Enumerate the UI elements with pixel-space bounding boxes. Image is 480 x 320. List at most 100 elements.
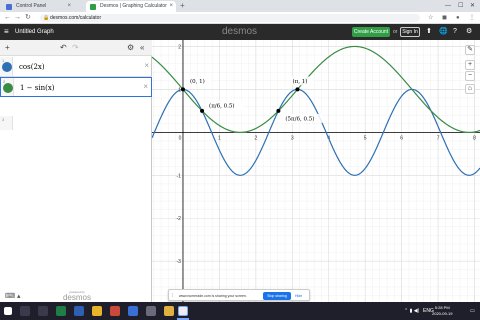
- zoom-in-button[interactable]: +: [465, 60, 475, 70]
- delete-expression-icon[interactable]: ×: [143, 81, 148, 93]
- redo-icon[interactable]: ↷: [72, 42, 79, 54]
- lock-icon: 🔒: [43, 15, 50, 21]
- hamburger-menu-icon[interactable]: ≡: [4, 27, 9, 37]
- home-icon[interactable]: ⌂: [465, 84, 475, 94]
- minimize-icon[interactable]: —: [445, 0, 451, 12]
- point-label: (5π/6, 0.5): [285, 115, 314, 122]
- x-tick-label: 2: [254, 135, 257, 141]
- expression-row[interactable]: 1 cos(2x) ×: [0, 57, 152, 77]
- keyboard-toggle-icon[interactable]: ⌨ ▴: [5, 292, 21, 300]
- reload-icon[interactable]: ↻: [25, 12, 31, 24]
- intersection-point: [180, 87, 185, 92]
- help-icon[interactable]: ?: [453, 27, 457, 37]
- back-icon[interactable]: ←: [4, 12, 11, 24]
- x-tick-label: 5: [364, 135, 367, 141]
- collapse-panel-icon[interactable]: «: [140, 42, 144, 54]
- x-tick-label: 8: [473, 135, 476, 141]
- app-icon[interactable]: [164, 306, 174, 316]
- expression-panel: + ↶ ↷ ⚙ « 1 cos(2x) × 2 1 − sin(x) × 3 ⌨: [0, 40, 152, 302]
- desmos-window: Control Panel × Desmos | Graphing Calcul…: [0, 0, 480, 320]
- taskbar: ⌃ ▮ ◀) ENG 5:28 PM 2020-09-19 ▭: [0, 302, 480, 320]
- y-tick-label: -1: [177, 173, 182, 179]
- language-icon[interactable]: 🌐: [439, 27, 448, 37]
- y-tick-label: -2: [177, 216, 182, 222]
- window-close-icon[interactable]: ✕: [470, 0, 475, 12]
- expression-formula[interactable]: 1 − sin(x): [20, 82, 55, 94]
- share-notice-text: www.numerade.com is sharing your screen.: [179, 294, 247, 298]
- or-label: or: [393, 29, 398, 35]
- expression-row[interactable]: 2 1 − sin(x) ×: [0, 77, 152, 97]
- y-tick-label: 2: [178, 44, 181, 50]
- start-icon[interactable]: [4, 307, 12, 315]
- word-icon[interactable]: [74, 306, 84, 316]
- system-tray-icons[interactable]: ⌃ ▮ ◀): [404, 302, 419, 320]
- wrench-icon[interactable]: ✎: [465, 45, 475, 55]
- graph-paper[interactable]: 0 1 2 3 4 5 6 7 8 2 1 -1 -2 -3 (0, 1) (π/6, 0.5) (5π/6, …: [151, 40, 480, 302]
- empty-expression-gutter[interactable]: 3: [0, 116, 13, 130]
- sign-in-button[interactable]: Sign In: [400, 27, 420, 37]
- settings-icon[interactable]: ⚙: [466, 27, 472, 37]
- file-explorer-icon[interactable]: [92, 306, 102, 316]
- zoom-out-button[interactable]: −: [465, 71, 475, 81]
- powerpoint-icon[interactable]: [110, 306, 120, 316]
- search-icon[interactable]: [20, 306, 30, 316]
- add-item-icon[interactable]: +: [5, 42, 10, 54]
- chrome-icon[interactable]: [178, 306, 188, 316]
- intersection-point: [295, 87, 300, 92]
- intersection-point: [200, 108, 205, 113]
- desmos-icon: [90, 4, 96, 10]
- desmos-logo: desmos: [222, 26, 258, 37]
- clock-date: 2020-09-19: [432, 311, 453, 316]
- point-label: (π/6, 0.5): [209, 102, 235, 109]
- graph-title[interactable]: Untitled Graph: [15, 27, 54, 37]
- stop-sharing-button[interactable]: Stop sharing: [263, 292, 291, 300]
- extension-icon[interactable]: ◼: [442, 12, 447, 24]
- bookmark-star-icon[interactable]: ☆: [428, 12, 433, 24]
- x-tick-label: 7: [437, 135, 440, 141]
- task-view-icon[interactable]: [38, 306, 48, 316]
- wave-color-icon[interactable]: [2, 62, 12, 72]
- powered-by-name: desmos: [62, 293, 91, 302]
- graph-canvas[interactable]: 0 1 2 3 4 5 6 7 821-1-2-3(0, 1)(π/6, 0.5)(5π/6, …: [151, 40, 480, 302]
- forward-icon[interactable]: →: [14, 12, 21, 24]
- screen-share-notice: ⁞ www.numerade.com is sharing your scree…: [168, 289, 310, 301]
- desmos-header: ≡ Untitled Graph desmos Create Account o…: [0, 24, 480, 40]
- hide-button[interactable]: Hide: [295, 290, 302, 302]
- drag-handle-icon[interactable]: ⁞: [172, 290, 173, 302]
- expression-gutter: 1: [0, 57, 13, 76]
- control-panel-icon: [6, 4, 12, 10]
- tab-title: Control Panel: [16, 3, 47, 9]
- maximize-icon[interactable]: ☐: [458, 0, 463, 12]
- x-tick-label: 3: [291, 135, 294, 141]
- delete-expression-icon[interactable]: ×: [144, 60, 149, 72]
- url-field[interactable]: 🔒 desmos.com/calculator: [40, 14, 420, 22]
- wave-color-icon[interactable]: [3, 83, 13, 93]
- expression-formula[interactable]: cos(2x): [19, 61, 45, 73]
- undo-icon[interactable]: ↶: [60, 42, 67, 54]
- expression-gutter: 2: [1, 78, 14, 96]
- profile-icon[interactable]: ●: [456, 12, 460, 24]
- url-text: desmos.com/calculator: [50, 15, 102, 21]
- powered-by-desmos: powered by desmos: [52, 290, 102, 302]
- browser-menu-icon[interactable]: ⋮: [469, 12, 475, 24]
- new-tab-button[interactable]: +: [180, 0, 185, 12]
- notifications-icon[interactable]: ▭: [470, 302, 475, 320]
- expression-index: 3: [2, 117, 5, 122]
- tab-control-panel[interactable]: Control Panel ×: [2, 1, 74, 12]
- app-icon[interactable]: [146, 306, 156, 316]
- graph-settings-icon[interactable]: ⚙: [127, 42, 134, 54]
- tab-desmos[interactable]: Desmos | Graphing Calculator ×: [86, 1, 176, 12]
- excel-icon[interactable]: [56, 306, 66, 316]
- browser-tab-strip: Control Panel × Desmos | Graphing Calcul…: [0, 0, 480, 12]
- point-label: (0, 1): [190, 78, 205, 85]
- x-tick-label: 6: [400, 135, 403, 141]
- close-icon[interactable]: ×: [67, 1, 71, 12]
- create-account-button[interactable]: Create Account: [352, 27, 390, 37]
- app-icon[interactable]: [128, 306, 138, 316]
- clock[interactable]: 5:28 PM 2020-09-19: [432, 305, 452, 317]
- share-icon[interactable]: ⬆: [426, 27, 432, 37]
- intersection-point: [276, 108, 281, 113]
- y-tick-label: -3: [177, 259, 182, 265]
- x-tick-label: 1: [218, 135, 221, 141]
- close-icon[interactable]: ×: [169, 1, 173, 12]
